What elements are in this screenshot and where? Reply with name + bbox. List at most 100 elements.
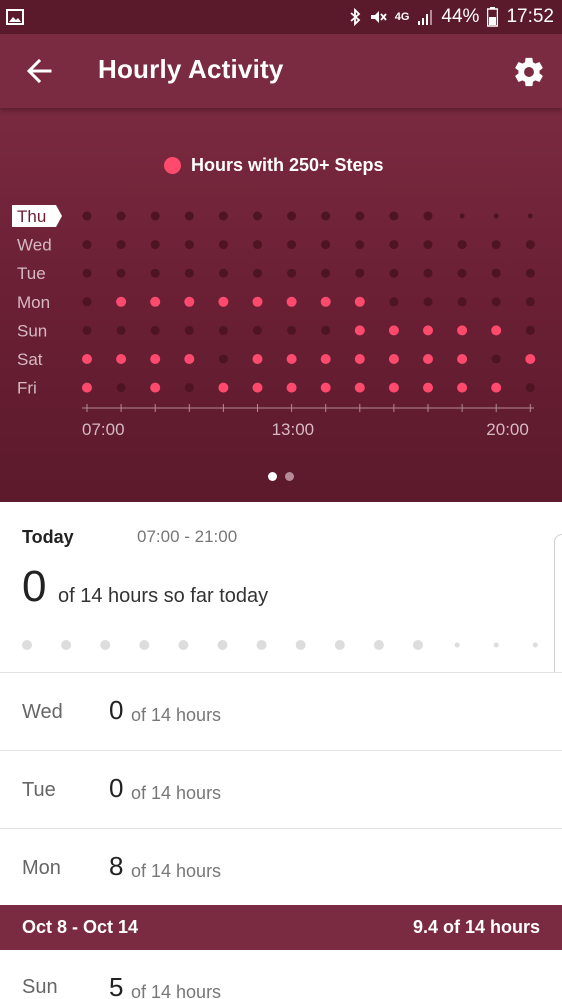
day-row-tue[interactable]: Tue 0 of 14 hours (0, 750, 562, 828)
hour-dot (82, 211, 92, 221)
hour-dot (286, 296, 297, 307)
hour-dot (150, 240, 160, 250)
hour-dot (150, 211, 160, 221)
battery-icon (487, 7, 499, 27)
hour-dot (184, 211, 194, 221)
day-count: 8 (109, 851, 124, 881)
day-suffix: of 14 hours (131, 705, 222, 725)
hour-dot (423, 325, 433, 336)
back-button[interactable] (24, 55, 56, 87)
hour-dot (321, 268, 331, 278)
x-tick-label: 13:00 (272, 420, 315, 439)
network-type: 4G (394, 11, 410, 23)
page-indicator (268, 472, 294, 481)
hour-dot (287, 240, 297, 250)
hour-dot (150, 296, 161, 307)
settings-button[interactable] (512, 55, 546, 89)
today-hour-dot (100, 640, 111, 650)
hour-dot (423, 268, 433, 278)
hour-dot (253, 325, 262, 335)
status-bar: 4G 44% 17:52 (0, 0, 562, 34)
today-hour-dot (22, 640, 32, 650)
today-count: 0 (22, 562, 47, 611)
page-dot-active[interactable] (268, 472, 277, 481)
hour-dot (491, 268, 501, 278)
hour-dot (286, 382, 297, 393)
day-row-mon[interactable]: Mon 8 of 14 hours (0, 828, 562, 906)
hour-dot (355, 240, 365, 250)
hour-dot (388, 382, 399, 393)
week-summary-bar: Oct 8 - Oct 14 9.4 of 14 hours (0, 905, 562, 950)
today-hour-dot (413, 640, 423, 650)
image-icon (6, 9, 24, 25)
clock: 17:52 (506, 6, 554, 27)
hour-dot (457, 240, 467, 250)
hour-dot (287, 268, 297, 278)
hour-dot (218, 382, 229, 393)
hour-dot (116, 296, 127, 307)
hour-dot (116, 240, 126, 250)
hour-dot (355, 268, 365, 278)
hour-dot (286, 354, 297, 364)
page-title: Hourly Activity (98, 54, 284, 84)
hour-dot (423, 240, 433, 250)
hour-dot (218, 296, 229, 307)
day-label-sun[interactable]: Sun (17, 321, 47, 340)
hour-dot (355, 211, 365, 221)
hour-dot (388, 354, 399, 364)
day-label-sat[interactable]: Sat (17, 350, 43, 369)
day-name: Mon (22, 857, 61, 879)
day-suffix: of 14 hours (131, 783, 222, 803)
bluetooth-icon (350, 8, 361, 26)
hour-dot (321, 211, 331, 221)
hour-dot (116, 383, 126, 393)
hour-dot (150, 354, 161, 364)
hour-dot (82, 325, 92, 335)
hour-dot (423, 354, 433, 364)
day-name: Sun (22, 976, 58, 998)
hour-dot (491, 297, 501, 307)
today-hour-dot (334, 640, 345, 650)
hour-dot (457, 354, 468, 364)
day-row-sun[interactable]: Sun 5 of 14 hours (0, 950, 562, 999)
hour-dot (252, 354, 263, 364)
week-total: 9.4 of 14 hours (412, 917, 540, 937)
hour-dot (459, 213, 465, 219)
x-tick-label: 07:00 (82, 420, 125, 439)
day-count: 0 (109, 695, 124, 725)
hour-dot (491, 325, 502, 336)
hour-dot (493, 213, 499, 219)
hour-dot (321, 325, 331, 335)
hour-dot (423, 382, 433, 393)
today-hour-dot (295, 640, 306, 650)
today-hour-dots (22, 640, 538, 650)
day-row-wed[interactable]: Wed 0 of 14 hours (0, 672, 562, 750)
hour-dot (82, 297, 92, 307)
hour-dot (389, 211, 399, 221)
x-tick-label: 20:00 (486, 420, 529, 439)
today-hour-dot (532, 642, 538, 648)
hour-dot (525, 383, 535, 393)
hour-dot (116, 268, 126, 278)
today-hour-dot (373, 640, 384, 650)
page-dot[interactable] (285, 472, 294, 481)
today-hour-dot (454, 642, 460, 648)
hour-dot (184, 383, 194, 393)
week-range: Oct 8 - Oct 14 (22, 917, 139, 937)
hour-dot (525, 297, 535, 307)
hour-dot (218, 325, 228, 335)
day-label-thu[interactable]: Thu (17, 207, 46, 226)
day-label-fri[interactable]: Fri (17, 379, 37, 398)
hour-dot (320, 382, 331, 393)
hour-dot (389, 297, 399, 307)
hour-dot (218, 354, 228, 364)
day-label-wed[interactable]: Wed (17, 236, 52, 255)
status-right: 4G 44% 17:52 (349, 6, 554, 28)
hour-dot (116, 325, 126, 335)
day-count: 5 (109, 972, 124, 999)
day-label-tue[interactable]: Tue (17, 264, 46, 283)
hour-dot (525, 354, 536, 364)
hour-dot (525, 240, 535, 250)
hour-dot (321, 240, 331, 250)
day-label-mon[interactable]: Mon (17, 293, 50, 312)
